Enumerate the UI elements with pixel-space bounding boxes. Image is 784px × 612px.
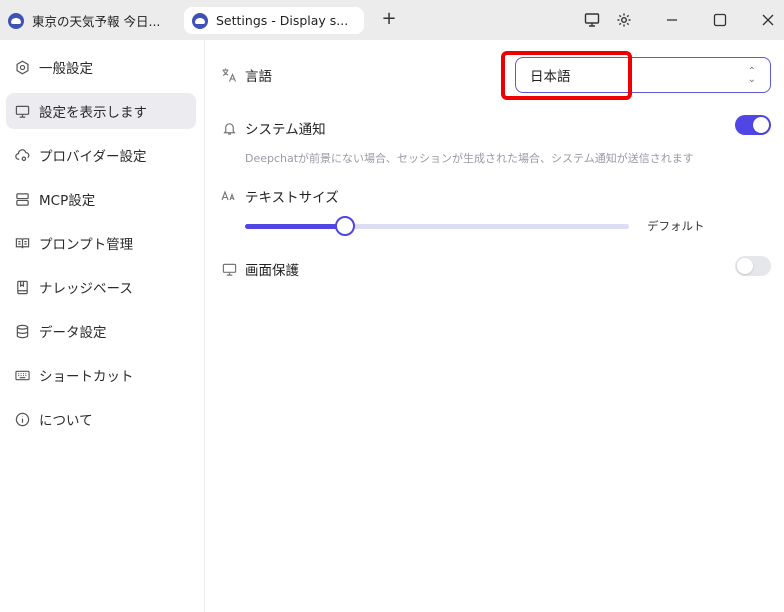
tab-weather[interactable]: 東京の天気予報 今日... [8,7,180,34]
app-logo-icon [192,12,208,29]
sidebar-item-label: ショートカット [39,369,134,385]
sidebar-item-providers[interactable]: プロバイダー設定 [6,137,196,173]
sidebar-item-prompts[interactable]: プロンプト管理 [6,225,196,261]
notebook-icon [14,279,30,295]
screen-protection-label: 画面保護 [245,263,299,279]
gear-icon[interactable] [612,8,636,32]
chevron-up-down-icon: ⌃ ⌄ [747,66,756,85]
sidebar-item-label: プロンプト管理 [39,237,134,253]
book-icon [14,235,30,251]
slider-handle[interactable] [335,216,355,236]
slider-fill [245,224,345,229]
monitor-icon [221,261,237,277]
notifications-label: システム通知 [245,122,326,138]
toggle-knob [737,258,753,274]
screen-protection-toggle[interactable] [735,256,771,276]
text-size-slider[interactable] [245,216,629,236]
monitor-icon [14,103,30,119]
text-size-value: デフォルト [647,219,705,233]
sidebar-item-about[interactable]: について [6,401,196,437]
sidebar-item-general[interactable]: 一般設定 [6,49,196,85]
sidebar-item-display[interactable]: 設定を表示します [6,93,196,129]
title-bar: 東京の天気予報 今日... Settings - Display s... + [0,0,784,40]
minimize-icon[interactable] [660,8,684,32]
maximize-icon[interactable] [708,8,732,32]
cloud-gear-icon [14,147,30,163]
notifications-toggle[interactable] [735,115,771,135]
language-label: 言語 [245,69,272,85]
server-icon [14,191,30,207]
keyboard-icon [14,367,30,383]
settings-sidebar: 一般設定 設定を表示します プロバイダー設定 MCP設定 プロンプト管理 ナレッ… [0,40,205,612]
sidebar-item-label: 設定を表示します [39,105,147,121]
app-logo-icon [8,12,24,29]
sidebar-item-label: ナレッジベース [39,281,133,297]
sidebar-item-label: 一般設定 [39,61,93,77]
sidebar-item-data[interactable]: データ設定 [6,313,196,349]
sidebar-item-label: MCP設定 [39,193,96,209]
monitor-icon[interactable] [580,8,604,32]
sidebar-item-shortcuts[interactable]: ショートカット [6,357,196,393]
tab-label: Settings - Display s... [216,13,349,28]
sidebar-item-label: プロバイダー設定 [39,149,147,165]
toggle-knob [753,117,769,133]
sidebar-item-knowledge[interactable]: ナレッジベース [6,269,196,305]
close-icon[interactable] [756,8,780,32]
notifications-description: Deepchatが前景にない場合、セッションが生成された場合、システム通知が送信… [245,152,694,165]
translate-icon [221,67,237,83]
display-settings-panel: 言語 日本語 ⌃ ⌄ システム通知 Deepchatが前景にない場合、セッションが… [206,40,784,612]
sidebar-item-mcp[interactable]: MCP設定 [6,181,196,217]
tab-settings[interactable]: Settings - Display s... [184,7,364,34]
text-size-label: テキストサイズ [245,190,339,206]
font-size-icon [221,188,237,204]
gear-hex-icon [14,59,30,75]
info-icon [14,411,30,427]
bell-icon [221,120,237,136]
notifications-row: システム通知 [221,118,326,138]
sidebar-item-label: について [39,413,93,429]
highlight-box [501,51,632,100]
sidebar-item-label: データ設定 [39,325,107,341]
database-icon [14,323,30,339]
screen-protection-row: 画面保護 [221,259,299,279]
text-size-row: テキストサイズ [221,186,339,206]
new-tab-button[interactable]: + [378,8,400,30]
tab-label: 東京の天気予報 今日... [32,14,161,29]
language-row: 言語 [221,65,272,85]
